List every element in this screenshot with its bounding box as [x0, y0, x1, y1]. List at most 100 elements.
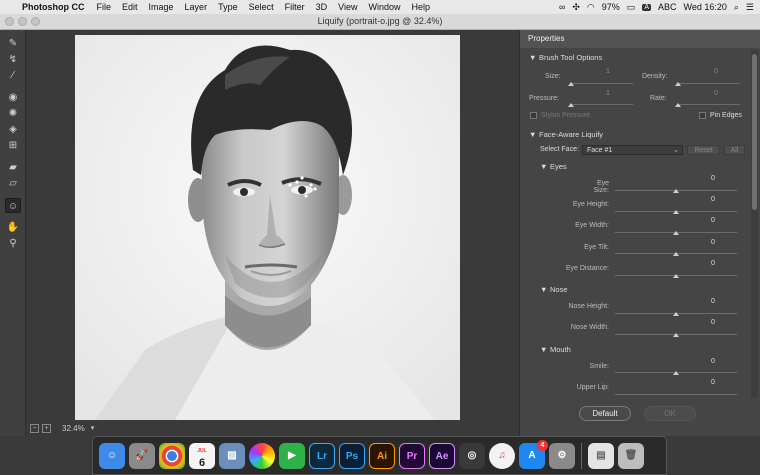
eye-distance-value[interactable]: 0	[711, 260, 715, 267]
menu-image[interactable]: Image	[149, 2, 174, 12]
rate-value[interactable]: 0	[714, 90, 718, 97]
rate-slider[interactable]	[677, 104, 740, 105]
battery-percent[interactable]: 97%	[602, 2, 620, 12]
size-slider-thumb[interactable]	[568, 82, 574, 86]
panel-scrollbar-thumb[interactable]	[752, 54, 757, 210]
push-left-tool-icon[interactable]: ⊞	[5, 138, 21, 153]
wifi-icon[interactable]: ◠	[587, 2, 595, 13]
menu-view[interactable]: View	[338, 2, 357, 12]
smooth-tool-icon[interactable]: ⁄	[5, 68, 21, 83]
eyes-toggle-icon[interactable]: ▼	[540, 162, 547, 171]
eye-tilt-value[interactable]: 0	[711, 239, 715, 246]
stylus-pressure-checkbox[interactable]	[530, 112, 537, 119]
bloat-tool-icon[interactable]: ◈	[5, 122, 21, 137]
eye-size-slider-thumb[interactable]	[673, 189, 679, 193]
eye-size-value[interactable]: 0	[711, 175, 715, 182]
hand-tool-icon[interactable]: ✋	[5, 220, 21, 235]
pressure-value[interactable]: 1	[606, 90, 610, 97]
nose-height-slider-thumb[interactable]	[673, 312, 679, 316]
menu-select[interactable]: Select	[249, 2, 274, 12]
zoom-tool-icon[interactable]: ⚲	[5, 236, 21, 251]
chrome-icon[interactable]	[159, 442, 185, 469]
density-value[interactable]: 0	[714, 68, 718, 75]
document-icon[interactable]: ▤	[588, 442, 614, 469]
eye-distance-slider-thumb[interactable]	[673, 274, 679, 278]
search-icon[interactable]: ⌕	[734, 2, 739, 13]
lightroom-icon[interactable]: Lr	[309, 442, 335, 469]
zoom-level[interactable]: 32.4%	[62, 424, 85, 433]
eye-width-slider-thumb[interactable]	[673, 231, 679, 235]
eye-width-value[interactable]: 0	[711, 217, 715, 224]
menu-3d[interactable]: 3D	[316, 2, 328, 12]
eye-height-value[interactable]: 0	[711, 196, 715, 203]
eyes-title[interactable]: Eyes	[550, 162, 567, 171]
upper-lip-slider[interactable]	[615, 394, 737, 395]
finder-icon[interactable]: ☺	[99, 442, 125, 469]
facetime-icon[interactable]: ▶	[279, 442, 305, 469]
calendar-icon[interactable]: JUL 6	[189, 442, 215, 469]
density-slider-thumb[interactable]	[675, 82, 681, 86]
upper-lip-value[interactable]: 0	[711, 379, 715, 386]
forward-warp-tool-icon[interactable]: ✎	[5, 36, 21, 51]
app-store-icon[interactable]: A 4	[519, 439, 548, 469]
freeze-mask-tool-icon[interactable]: ▰	[5, 160, 21, 175]
preview-icon[interactable]: ▨	[219, 442, 245, 469]
creative-cloud-icon[interactable]: ∞	[559, 2, 565, 12]
face-tool-icon[interactable]: ☺	[5, 198, 21, 213]
clock[interactable]: Wed 16:20	[684, 2, 727, 12]
menu-layer[interactable]: Layer	[185, 2, 208, 12]
zoom-in-button[interactable]: +	[42, 423, 51, 433]
after-effects-icon[interactable]: Ae	[429, 442, 455, 469]
eye-height-slider-thumb[interactable]	[673, 210, 679, 214]
pucker-tool-icon[interactable]: ✺	[5, 106, 21, 121]
rate-slider-thumb[interactable]	[675, 103, 681, 107]
smile-value[interactable]: 0	[711, 358, 715, 365]
trash-icon[interactable]: 🗑	[618, 442, 644, 469]
pressure-slider-thumb[interactable]	[568, 103, 574, 107]
size-slider[interactable]	[570, 83, 633, 84]
pressure-slider[interactable]	[570, 104, 633, 105]
battery-icon[interactable]: ▭	[627, 2, 636, 13]
dvd-player-icon[interactable]: ◎	[459, 442, 485, 469]
brush-options-toggle-icon[interactable]: ▼	[529, 53, 536, 62]
input-source-label[interactable]: ABC	[658, 2, 677, 12]
menu-edit[interactable]: Edit	[122, 2, 138, 12]
default-button[interactable]: Default	[579, 406, 631, 421]
menu-filter[interactable]: Filter	[285, 2, 305, 12]
all-button[interactable]: All	[724, 145, 745, 155]
premiere-icon[interactable]: Pr	[399, 442, 425, 469]
zoom-out-button[interactable]: −	[30, 423, 39, 433]
menu-help[interactable]: Help	[411, 2, 430, 12]
face-aware-title[interactable]: Face-Aware Liquify	[539, 130, 603, 139]
app-menu[interactable]: Photoshop CC	[22, 2, 85, 12]
select-face-dropdown[interactable]: Face #1 ⌄	[582, 145, 683, 155]
zoom-dropdown-icon[interactable]: ▾	[91, 424, 95, 432]
nose-toggle-icon[interactable]: ▼	[540, 285, 547, 294]
density-slider[interactable]	[677, 83, 740, 84]
itunes-icon[interactable]: ♫	[489, 442, 515, 469]
menu-type[interactable]: Type	[218, 2, 238, 12]
photoshop-icon[interactable]: Ps	[339, 442, 365, 469]
face-aware-toggle-icon[interactable]: ▼	[529, 130, 536, 139]
twirl-tool-icon[interactable]: ◉	[5, 90, 21, 105]
extension-icon[interactable]: ✣	[572, 2, 580, 13]
mouth-toggle-icon[interactable]: ▼	[540, 345, 547, 354]
photos-icon[interactable]	[249, 442, 275, 469]
size-value[interactable]: 1	[606, 68, 610, 75]
eye-tilt-slider-thumb[interactable]	[673, 252, 679, 256]
ok-button[interactable]: OK	[644, 406, 696, 421]
reconstruct-tool-icon[interactable]: ↯	[5, 52, 21, 67]
menu-window[interactable]: Window	[368, 2, 400, 12]
smile-slider-thumb[interactable]	[673, 371, 679, 375]
thaw-mask-tool-icon[interactable]: ▱	[5, 176, 21, 191]
portrait-photo[interactable]	[75, 35, 460, 420]
mouth-title[interactable]: Mouth	[550, 345, 571, 354]
reset-button[interactable]: Reset	[687, 145, 720, 155]
nose-height-value[interactable]: 0	[711, 298, 715, 305]
pin-edges-checkbox[interactable]	[699, 112, 706, 119]
nose-width-value[interactable]: 0	[711, 319, 715, 326]
menu-list-icon[interactable]: ☰	[746, 2, 754, 13]
illustrator-icon[interactable]: Ai	[369, 442, 395, 469]
menu-file[interactable]: File	[97, 2, 112, 12]
system-preferences-icon[interactable]: ⚙	[549, 442, 575, 469]
